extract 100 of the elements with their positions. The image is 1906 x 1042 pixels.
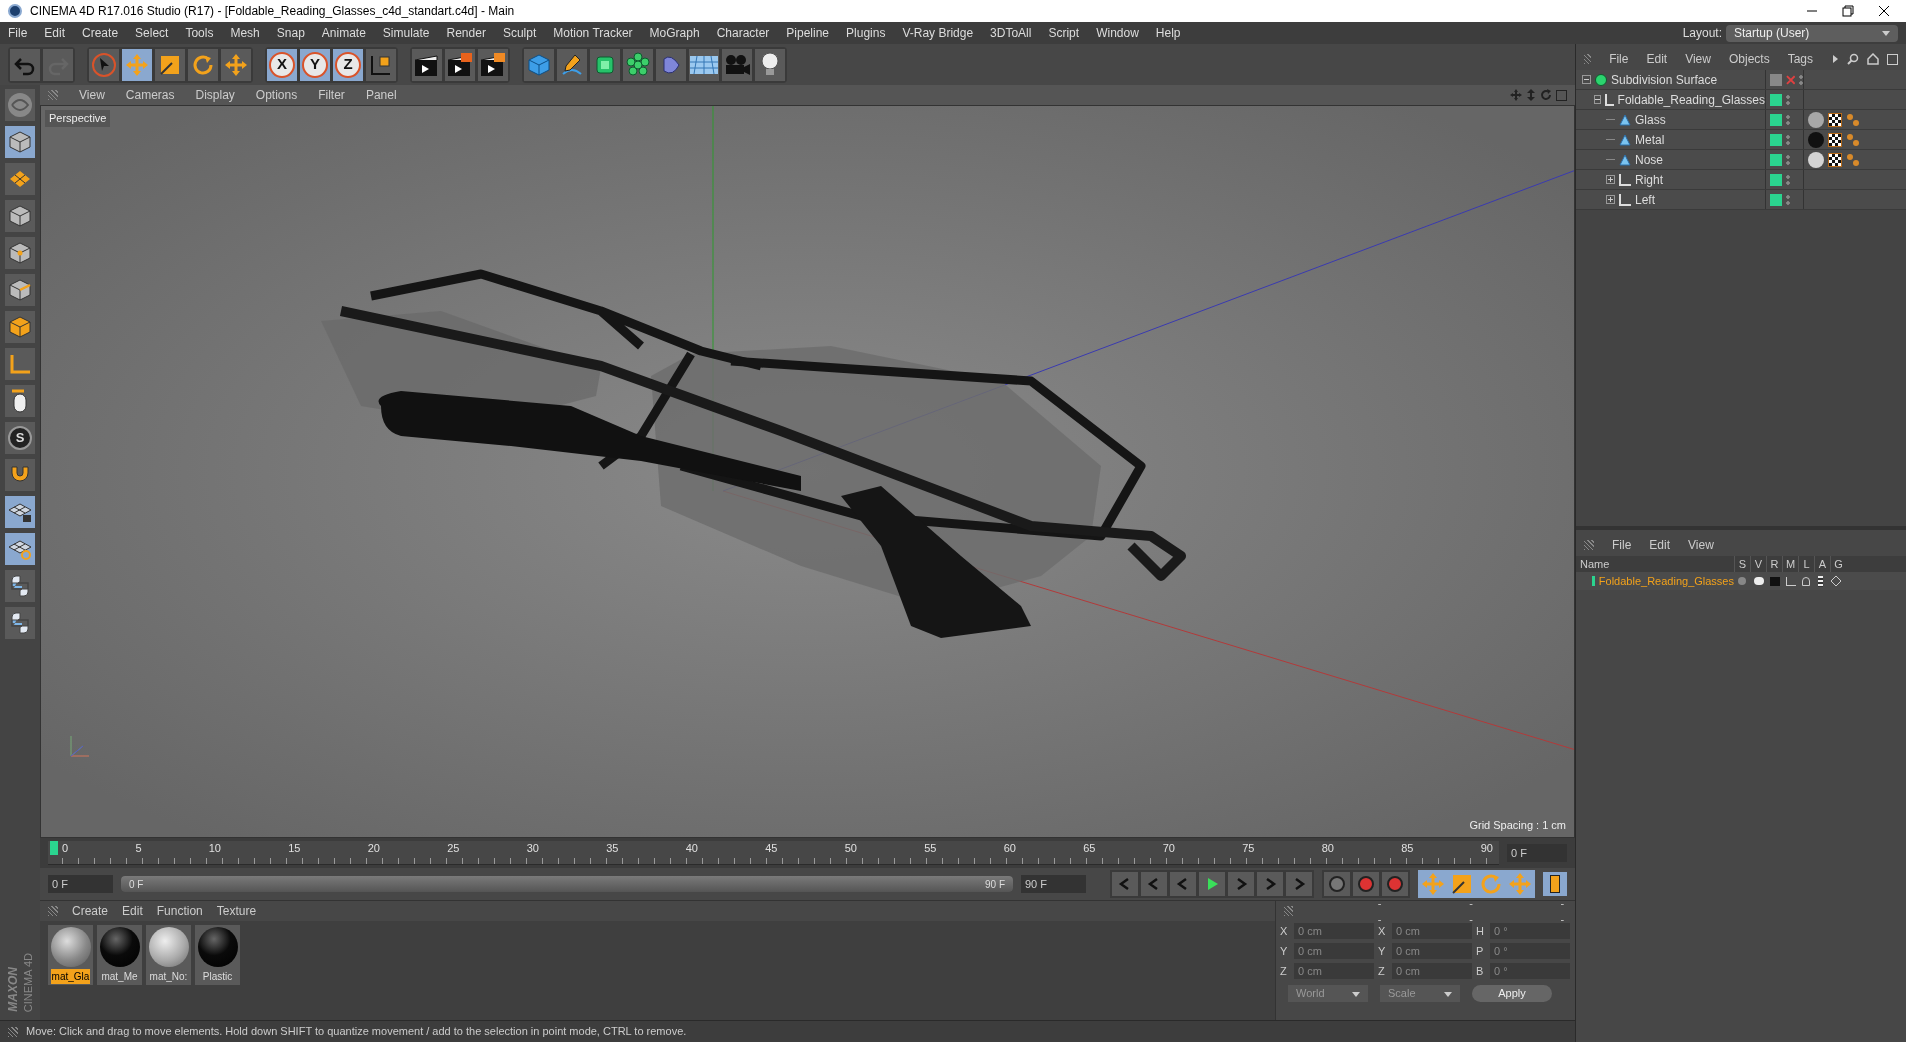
playback-button[interactable]	[1141, 872, 1167, 896]
tweak-tool-button[interactable]	[5, 385, 35, 417]
position-field[interactable]: 0 cm	[1294, 943, 1374, 959]
rotate-tool-button[interactable]	[188, 48, 218, 81]
light-tool-button[interactable]	[755, 48, 785, 81]
visibility-dots-icon[interactable]	[1799, 73, 1803, 86]
position-field[interactable]: 0 cm	[1294, 963, 1374, 979]
coords-tool-button[interactable]	[366, 48, 396, 81]
object-tool-button[interactable]	[5, 126, 35, 158]
size-field[interactable]: 0 cm	[1392, 943, 1472, 959]
workplane-tool-button[interactable]	[5, 200, 35, 232]
layer-color-swatch[interactable]	[1770, 93, 1782, 106]
menu-item[interactable]: Character	[716, 24, 770, 42]
layer-color-swatch[interactable]	[1770, 113, 1782, 126]
menu-item[interactable]: Animate	[321, 24, 366, 42]
menu-item[interactable]: Plugins	[846, 24, 886, 42]
magnet-tool-button[interactable]	[5, 459, 35, 491]
timeline-button[interactable]	[1543, 872, 1567, 896]
menu-item[interactable]: Edit	[44, 24, 66, 42]
axis-tool-button[interactable]	[5, 348, 35, 380]
viewport-menu-item[interactable]: View	[79, 86, 105, 104]
size-field[interactable]: 0 cm	[1392, 923, 1472, 939]
deformer-tool-button[interactable]	[656, 48, 686, 81]
python-tool-button[interactable]	[5, 570, 35, 602]
collapse-toggle[interactable]	[1594, 95, 1601, 104]
material-swatch[interactable]: Plastic	[195, 925, 240, 985]
layer-color-swatch[interactable]	[1770, 133, 1782, 146]
rotation-field[interactable]: 0 °	[1490, 923, 1570, 939]
rotation-field[interactable]: 0 °	[1490, 943, 1570, 959]
hierarchy-icon[interactable]	[1786, 576, 1796, 586]
layer-menu-item[interactable]: View	[1688, 536, 1714, 554]
texture-tool-button[interactable]	[5, 163, 35, 195]
end-frame-field[interactable]: 90 F	[1021, 875, 1086, 893]
object-name[interactable]: Left	[1635, 190, 1655, 209]
start-frame-field[interactable]: 0 F	[48, 875, 113, 893]
playback-button[interactable]	[1228, 872, 1254, 896]
menu-item[interactable]: 3DToAll	[990, 24, 1032, 42]
object-name[interactable]: Glass	[1635, 110, 1666, 129]
playhead-marker[interactable]	[50, 841, 58, 855]
material-swatch[interactable]: mat_No:	[146, 925, 191, 985]
size-field[interactable]: 0 cm	[1392, 963, 1472, 979]
object-manager-menu-item[interactable]: View	[1685, 50, 1711, 68]
points-tool-button[interactable]	[5, 237, 35, 269]
scale-tool-button[interactable]	[155, 48, 185, 81]
polygons-tool-button[interactable]	[5, 311, 35, 343]
object-manager-menu-item[interactable]: Edit	[1646, 50, 1668, 68]
material-swatch[interactable]: mat_Me	[97, 925, 142, 985]
texture-tag-icon[interactable]	[1828, 132, 1842, 147]
keyframe-button[interactable]	[1353, 872, 1379, 896]
texture-tag-icon[interactable]	[1828, 112, 1842, 127]
layout-dropdown[interactable]: Startup (User)	[1726, 24, 1898, 42]
search-icon[interactable]	[1847, 53, 1859, 65]
material-tag-icon[interactable]	[1808, 151, 1824, 168]
subdivision-tool-button[interactable]	[590, 48, 620, 81]
menu-item[interactable]: Create	[82, 24, 119, 42]
object-manager-menu-item[interactable]: Objects	[1728, 50, 1770, 68]
menu-item[interactable]: Render	[446, 24, 486, 42]
transform-tool-button[interactable]	[221, 48, 251, 81]
viewport-menu-item[interactable]: Display	[195, 86, 235, 104]
eye-icon[interactable]	[1754, 577, 1764, 585]
object-name[interactable]: Nose	[1635, 150, 1663, 169]
viewport-menu-item[interactable]: Options	[255, 86, 298, 104]
animation-icon[interactable]	[1818, 575, 1823, 587]
menu-item[interactable]: Pipeline	[786, 24, 830, 42]
layer-menu-item[interactable]: Edit	[1649, 536, 1671, 554]
menu-item[interactable]: Help	[1155, 24, 1181, 42]
undo-tool-button[interactable]	[10, 48, 40, 81]
edges-tool-button[interactable]	[5, 274, 35, 306]
render-view-tool-button[interactable]	[412, 48, 442, 81]
expand-toggle[interactable]	[1606, 195, 1615, 204]
menu-item[interactable]: Tools	[185, 24, 214, 42]
texture-tag-icon[interactable]	[1828, 152, 1842, 167]
object-manager-menu-item[interactable]: Tags	[1787, 50, 1813, 68]
apply-button[interactable]: Apply	[1472, 985, 1552, 1002]
3d-viewport[interactable]: Perspective Grid Spacing : 1 cm	[40, 105, 1575, 838]
menu-item[interactable]: V-Ray Bridge	[902, 24, 974, 42]
current-frame-field[interactable]: 0 F	[1507, 844, 1567, 862]
position-field[interactable]: 0 cm	[1294, 923, 1374, 939]
menu-item[interactable]: Script	[1048, 24, 1080, 42]
object-name[interactable]: Metal	[1635, 130, 1665, 149]
layer-swatch[interactable]	[1770, 73, 1782, 86]
menu-item[interactable]: Simulate	[382, 24, 430, 42]
menu-item[interactable]: Snap	[276, 24, 305, 42]
pen-tool-button[interactable]	[557, 48, 587, 81]
home-icon[interactable]	[1867, 53, 1879, 65]
expand-toggle[interactable]	[1606, 175, 1615, 184]
menu-item[interactable]: Motion Tracker	[553, 24, 633, 42]
material-menu-item[interactable]: Edit	[122, 902, 143, 920]
rotation-field[interactable]: 0 °	[1490, 963, 1570, 979]
viewport-menu-item[interactable]: Cameras	[125, 86, 175, 104]
menu-item[interactable]: Select	[135, 24, 169, 42]
move-tool-button[interactable]	[122, 48, 152, 81]
material-menu-item[interactable]: Texture	[216, 902, 257, 920]
viewport-menu-item[interactable]: Filter	[318, 86, 345, 104]
visibility-dots-icon[interactable]	[1786, 153, 1790, 166]
close-icon[interactable]	[1878, 5, 1890, 17]
snap-lock-tool-button[interactable]	[5, 533, 35, 565]
visibility-dots-icon[interactable]	[1786, 93, 1790, 106]
timeline-ruler[interactable]: 0 5 10 15 20 25 30 35 40 45 50 55 60 65 70 75 80 85 90	[48, 841, 1499, 865]
playback-button[interactable]	[1286, 872, 1312, 896]
